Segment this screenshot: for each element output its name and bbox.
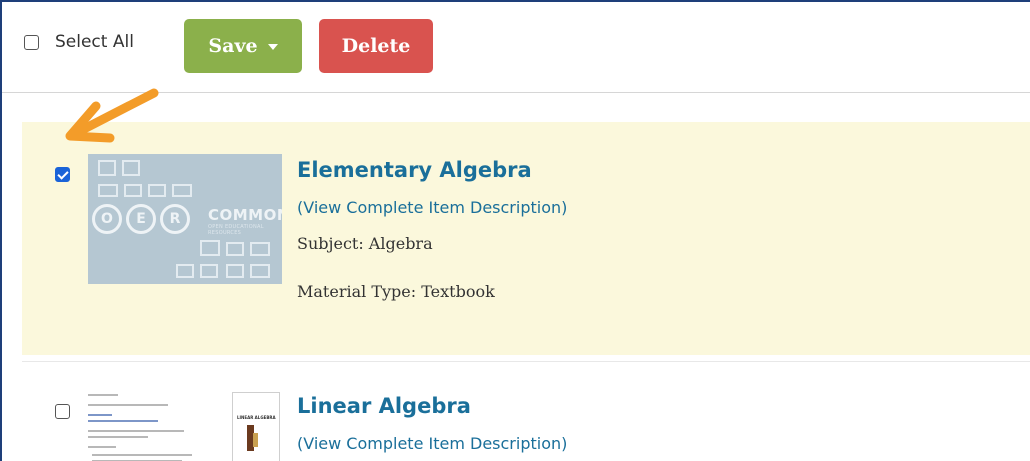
item-thumbnail[interactable]: O E R COMMONS OPEN EDUCATIONAL RESOURCES bbox=[88, 154, 282, 284]
oer-logo-r: R bbox=[160, 204, 190, 234]
item-thumbnail[interactable]: LINEAR ALGEBRA bbox=[84, 388, 284, 461]
item-material-type: Material Type: Textbook bbox=[297, 282, 495, 301]
save-button[interactable]: Save bbox=[184, 19, 302, 73]
list-item: LINEAR ALGEBRA Linear Algebra (View Comp… bbox=[22, 361, 1030, 461]
caret-down-icon bbox=[267, 44, 278, 50]
select-all-checkbox[interactable] bbox=[24, 34, 39, 50]
tile-icon bbox=[124, 184, 142, 197]
tile-icon bbox=[200, 240, 220, 256]
oer-logo-e: E bbox=[126, 204, 156, 234]
view-description-link[interactable]: (View Complete Item Description) bbox=[297, 198, 567, 217]
item-title-link[interactable]: Linear Algebra bbox=[297, 394, 471, 418]
tile-icon bbox=[250, 264, 270, 278]
book-cover-title: LINEAR ALGEBRA bbox=[237, 415, 276, 420]
list-item: O E R COMMONS OPEN EDUCATIONAL RESOURCES… bbox=[22, 122, 1030, 355]
tile-icon bbox=[98, 160, 116, 176]
oer-logo-o: O bbox=[92, 204, 122, 234]
oer-commons-subtext: OPEN EDUCATIONAL RESOURCES bbox=[208, 224, 264, 236]
resource-list-panel: Select All Save Delete O E R COMMO OPEN … bbox=[0, 0, 1030, 461]
select-all-label[interactable]: Select All bbox=[55, 32, 134, 52]
delete-button-label: Delete bbox=[341, 35, 411, 57]
book-cover-image: LINEAR ALGEBRA bbox=[232, 392, 280, 461]
save-button-label: Save bbox=[208, 35, 258, 57]
document-preview bbox=[84, 388, 212, 461]
toolbar: Select All Save Delete bbox=[2, 2, 1030, 93]
delete-button[interactable]: Delete bbox=[319, 19, 433, 73]
tile-icon bbox=[226, 264, 244, 278]
select-all-control[interactable]: Select All bbox=[24, 32, 134, 52]
tile-icon bbox=[250, 242, 270, 256]
tile-icon bbox=[122, 160, 140, 176]
item-checkbox[interactable] bbox=[55, 167, 70, 182]
tile-icon bbox=[200, 264, 218, 278]
view-description-link[interactable]: (View Complete Item Description) bbox=[297, 434, 567, 453]
item-checkbox[interactable] bbox=[55, 404, 70, 419]
tile-icon bbox=[148, 184, 166, 197]
item-title-link[interactable]: Elementary Algebra bbox=[297, 158, 532, 182]
tile-icon bbox=[98, 184, 118, 197]
oer-commons-logo: COMMONS bbox=[208, 206, 282, 224]
tile-icon bbox=[176, 264, 194, 278]
tile-icon bbox=[226, 242, 244, 256]
item-subject: Subject: Algebra bbox=[297, 234, 433, 253]
tile-icon bbox=[172, 184, 192, 197]
